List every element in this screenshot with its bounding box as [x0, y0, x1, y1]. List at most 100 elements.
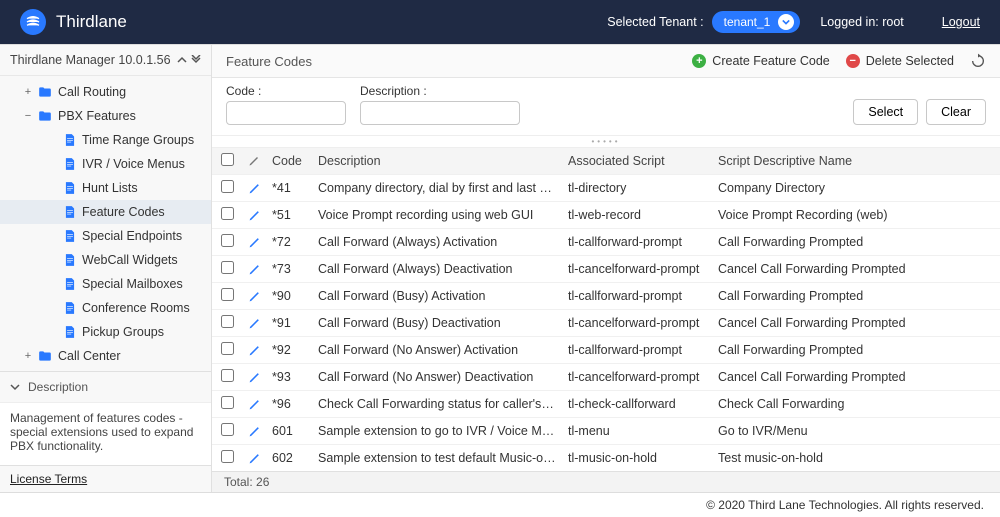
- cell-code: *90: [266, 283, 312, 310]
- sidebar-item-time-range-groups[interactable]: Time Range Groups: [0, 128, 211, 152]
- sidebar-item-call-routing[interactable]: + Call Routing: [0, 80, 211, 104]
- row-checkbox[interactable]: [221, 315, 234, 328]
- sidebar-item-call-center[interactable]: + Call Center: [0, 344, 211, 368]
- plus-icon: +: [692, 54, 706, 68]
- sidebar-item-special-endpoints[interactable]: Special Endpoints: [0, 224, 211, 248]
- header-select-all[interactable]: [212, 148, 242, 175]
- row-checkbox[interactable]: [221, 180, 234, 193]
- minus-icon: −: [846, 54, 860, 68]
- edit-row-button[interactable]: [248, 290, 260, 303]
- description-panel-header[interactable]: Description: [0, 371, 211, 402]
- table-row[interactable]: *91Call Forward (Busy) Deactivationtl-ca…: [212, 310, 1000, 337]
- row-checkbox[interactable]: [221, 207, 234, 220]
- cell-code: 602: [266, 445, 312, 472]
- sidebar-title-text: Thirdlane Manager 10.0.1.56: [10, 53, 171, 67]
- row-checkbox[interactable]: [221, 396, 234, 409]
- edit-row-button[interactable]: [248, 452, 260, 465]
- sidebar-item-feature-codes[interactable]: Feature Codes: [0, 200, 211, 224]
- folder-icon: [38, 86, 52, 98]
- sidebar-item-pbx-features[interactable]: − PBX Features: [0, 104, 211, 128]
- table-row[interactable]: 602Sample extension to test default Musi…: [212, 445, 1000, 472]
- tree-toggle-icon[interactable]: +: [22, 86, 34, 98]
- sidebar-item-webcall-widgets[interactable]: WebCall Widgets: [0, 248, 211, 272]
- edit-row-button[interactable]: [248, 182, 260, 195]
- tree-toggle-icon[interactable]: −: [22, 110, 34, 122]
- header-script[interactable]: Associated Script: [562, 148, 712, 175]
- brand-logo-icon: [20, 9, 46, 35]
- edit-row-button[interactable]: [248, 371, 260, 384]
- sidebar-item-hunt-lists[interactable]: Hunt Lists: [0, 176, 211, 200]
- table-row[interactable]: 601Sample extension to go to IVR / Voice…: [212, 418, 1000, 445]
- edit-row-button[interactable]: [248, 236, 260, 249]
- logout-link[interactable]: Logout: [942, 15, 980, 29]
- cell-description: Call Forward (Always) Activation: [312, 229, 562, 256]
- header-edit: [242, 148, 266, 175]
- table-row[interactable]: *96Check Call Forwarding status for call…: [212, 391, 1000, 418]
- description-filter-input[interactable]: [360, 101, 520, 125]
- table-row[interactable]: *90Call Forward (Busy) Activationtl-call…: [212, 283, 1000, 310]
- file-icon: [64, 301, 76, 315]
- row-checkbox[interactable]: [221, 450, 234, 463]
- row-checkbox[interactable]: [221, 261, 234, 274]
- sidebar-item-conference-rooms[interactable]: Conference Rooms: [0, 296, 211, 320]
- collapse-up-icon[interactable]: [177, 55, 187, 65]
- select-button[interactable]: Select: [853, 99, 918, 125]
- header-description[interactable]: Description: [312, 148, 562, 175]
- create-feature-code-button[interactable]: + Create Feature Code: [692, 54, 829, 68]
- file-icon: [64, 277, 76, 291]
- code-filter-input[interactable]: [226, 101, 346, 125]
- splitter-grip-icon[interactable]: •••••: [212, 136, 1000, 148]
- page-title: Feature Codes: [226, 54, 312, 69]
- edit-row-button[interactable]: [248, 398, 260, 411]
- sidebar-item-pickup-groups[interactable]: Pickup Groups: [0, 320, 211, 344]
- sidebar-title: Thirdlane Manager 10.0.1.56: [0, 45, 211, 76]
- clear-button[interactable]: Clear: [926, 99, 986, 125]
- table-scroll[interactable]: Code Description Associated Script Scrip…: [212, 148, 1000, 471]
- table-row[interactable]: *73Call Forward (Always) Deactivationtl-…: [212, 256, 1000, 283]
- nav-tree: + Call Routing − PBX Features Time Range Gro…: [0, 76, 211, 371]
- cell-scriptname: Cancel Call Forwarding Prompted: [712, 310, 1000, 337]
- delete-selected-button[interactable]: − Delete Selected: [846, 54, 954, 68]
- sidebar-item-label: Call Center: [58, 349, 121, 363]
- tree-toggle-icon[interactable]: +: [22, 350, 34, 362]
- edit-row-button[interactable]: [248, 317, 260, 330]
- header-code[interactable]: Code: [266, 148, 312, 175]
- header-scriptname[interactable]: Script Descriptive Name: [712, 148, 1000, 175]
- sidebar-item-label: Special Endpoints: [82, 229, 182, 243]
- cell-scriptname: Call Forwarding Prompted: [712, 337, 1000, 364]
- edit-row-button[interactable]: [248, 209, 260, 222]
- table-row[interactable]: *72Call Forward (Always) Activationtl-ca…: [212, 229, 1000, 256]
- cell-script: tl-callforward-prompt: [562, 337, 712, 364]
- row-checkbox[interactable]: [221, 288, 234, 301]
- row-checkbox[interactable]: [221, 342, 234, 355]
- sidebar-item-label: Call Routing: [58, 85, 126, 99]
- select-all-checkbox[interactable]: [221, 153, 234, 166]
- table-row[interactable]: *51Voice Prompt recording using web GUIt…: [212, 202, 1000, 229]
- license-terms-link[interactable]: License Terms: [0, 465, 211, 492]
- sidebar-item-label: PBX Features: [58, 109, 136, 123]
- cell-script: tl-cancelforward-prompt: [562, 364, 712, 391]
- brand-name: Thirdlane: [56, 12, 127, 32]
- table-row[interactable]: *41Company directory, dial by first and …: [212, 175, 1000, 202]
- cell-script: tl-music-on-hold: [562, 445, 712, 472]
- row-checkbox[interactable]: [221, 234, 234, 247]
- cell-scriptname: Test music-on-hold: [712, 445, 1000, 472]
- table-row[interactable]: *92Call Forward (No Answer) Activationtl…: [212, 337, 1000, 364]
- edit-row-button[interactable]: [248, 425, 260, 438]
- edit-row-button[interactable]: [248, 263, 260, 276]
- cell-description: Company directory, dial by first and las…: [312, 175, 562, 202]
- table-row[interactable]: *93Call Forward (No Answer) Deactivation…: [212, 364, 1000, 391]
- sidebar-item-label: IVR / Voice Menus: [82, 157, 185, 171]
- cell-scriptname: Voice Prompt Recording (web): [712, 202, 1000, 229]
- cell-code: *73: [266, 256, 312, 283]
- refresh-icon[interactable]: [970, 53, 986, 69]
- collapse-down-icon[interactable]: [191, 55, 201, 65]
- sidebar-item-ivr-voice-menus[interactable]: IVR / Voice Menus: [0, 152, 211, 176]
- row-checkbox[interactable]: [221, 423, 234, 436]
- sidebar-item-special-mailboxes[interactable]: Special Mailboxes: [0, 272, 211, 296]
- cell-script: tl-menu: [562, 418, 712, 445]
- tenant-select[interactable]: tenant_1: [712, 11, 801, 33]
- row-checkbox[interactable]: [221, 369, 234, 382]
- folder-icon: [38, 110, 52, 122]
- edit-row-button[interactable]: [248, 344, 260, 357]
